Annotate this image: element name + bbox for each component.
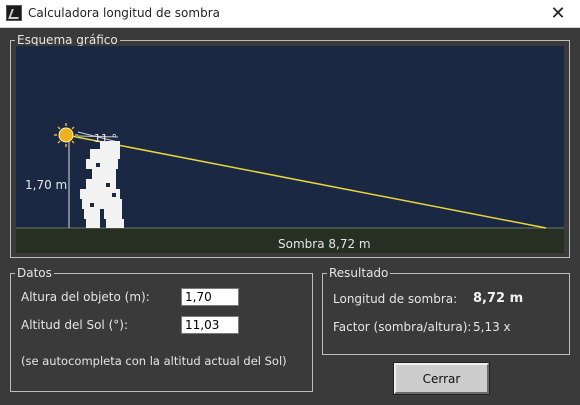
shadow-label: Sombra 8,72 m bbox=[278, 237, 371, 251]
sun-altitude-label: Altitud del Sol (°): bbox=[21, 318, 128, 332]
sun-icon bbox=[54, 123, 78, 147]
shadow-length-label: Longitud de sombra: bbox=[333, 292, 458, 306]
autocomplete-note: (se autocompleta con la altitud actual d… bbox=[21, 354, 287, 368]
result-group: Resultado bbox=[322, 266, 570, 355]
close-icon[interactable]: ✕ bbox=[536, 0, 580, 27]
window-title: Calculadora longitud de sombra bbox=[28, 6, 220, 20]
factor-value: 5,13 x bbox=[473, 320, 511, 334]
sun-ray bbox=[65, 134, 547, 229]
app-icon bbox=[6, 5, 22, 21]
result-legend: Resultado bbox=[329, 266, 389, 280]
object-height-label: Altura del objeto (m): bbox=[21, 290, 150, 304]
height-label: 1,70 m bbox=[25, 178, 68, 192]
diagram-canvas bbox=[16, 123, 564, 253]
close-button[interactable]: Cerrar bbox=[393, 362, 490, 395]
data-legend: Datos bbox=[17, 266, 52, 280]
scheme-legend: Esquema gráfico bbox=[17, 33, 118, 47]
shadow-length-value: 8,72 m bbox=[473, 291, 524, 306]
factor-label: Factor (sombra/altura): bbox=[333, 320, 472, 334]
sun-altitude-input[interactable]: 11,03 bbox=[181, 316, 239, 334]
angle-label: 11 ° bbox=[94, 132, 117, 145]
shadow-diagram: 1,70 m 11 ° Sombra 8,72 m bbox=[16, 46, 564, 253]
title-bar: Calculadora longitud de sombra ✕ bbox=[0, 0, 580, 28]
object-height-input[interactable]: 1,70 bbox=[181, 288, 239, 306]
